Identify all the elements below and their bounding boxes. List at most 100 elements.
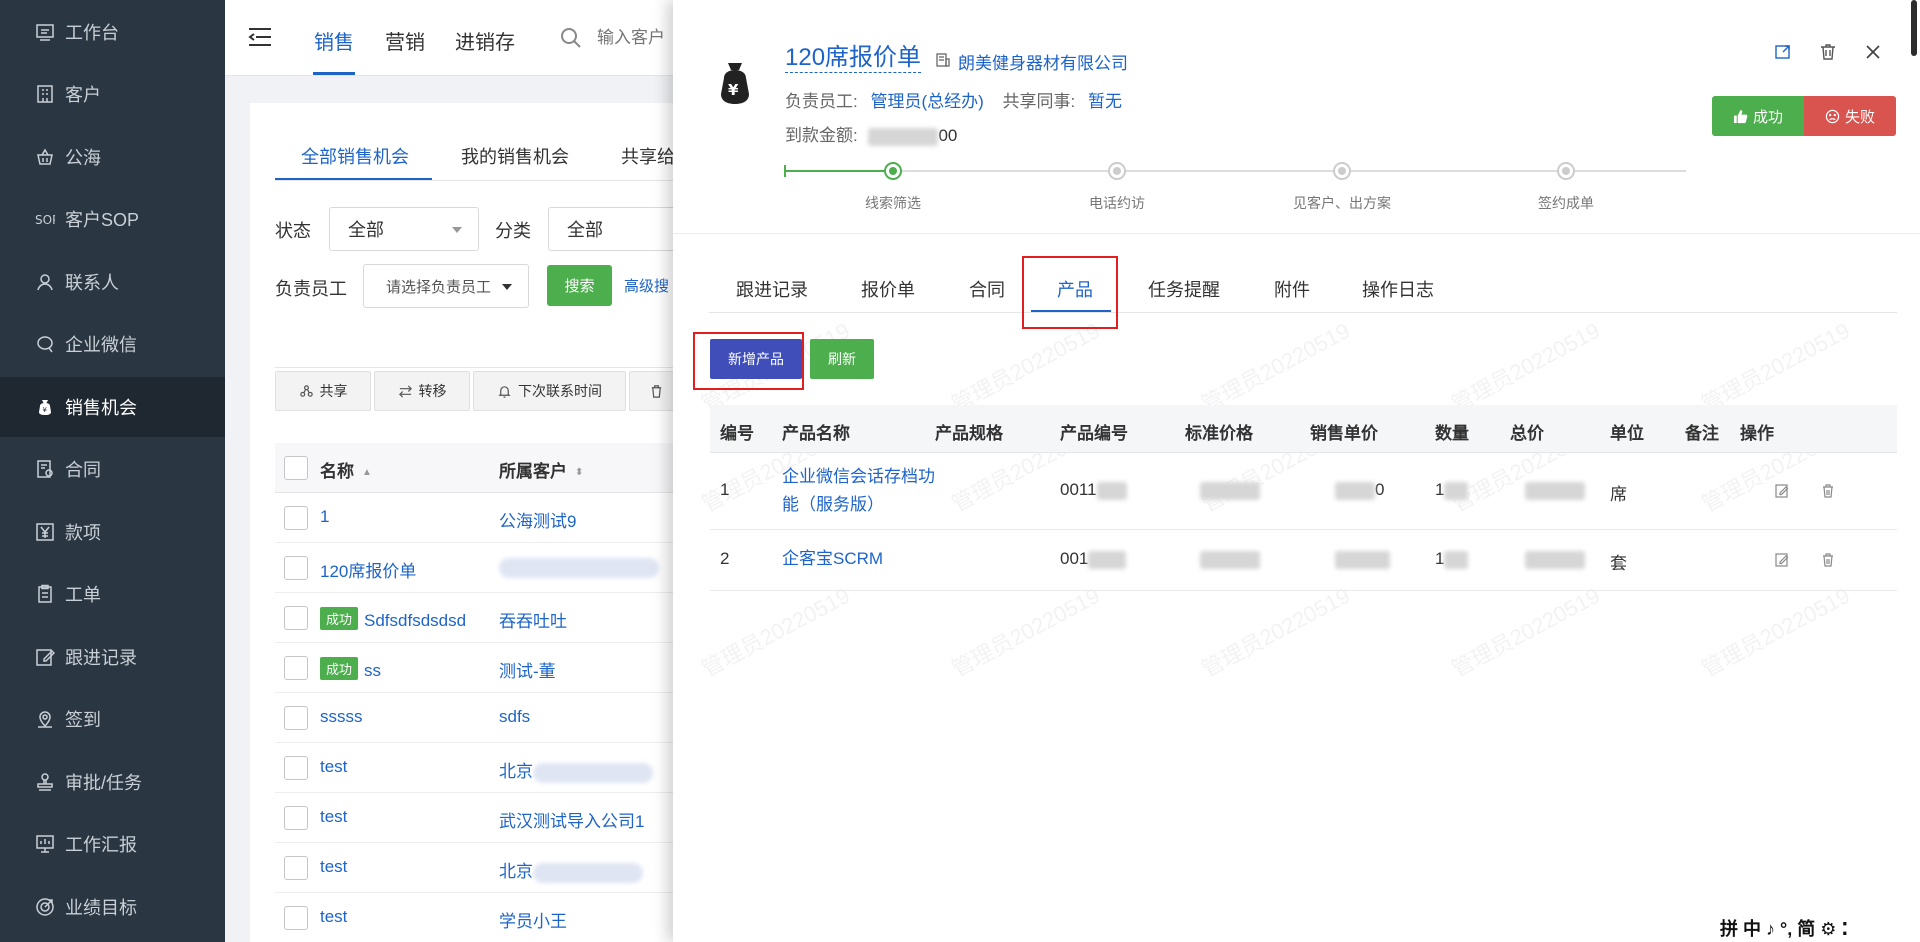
search-button[interactable]: 搜索 (547, 265, 612, 306)
opportunity-name-link[interactable]: test (320, 757, 347, 777)
row-checkbox[interactable] (284, 556, 308, 580)
row-checkbox[interactable] (284, 856, 308, 880)
tab-my-opportunities[interactable]: 我的销售机会 (461, 143, 569, 169)
add-product-button[interactable]: 新增产品 (710, 339, 802, 379)
column-header-name[interactable]: 名称 ▲ (320, 457, 372, 482)
customer-link[interactable]: sdfs (499, 707, 530, 727)
sidebar-item-approval[interactable]: 审批/任务 (0, 752, 225, 812)
opportunity-name-link[interactable]: 120席报价单 (320, 557, 416, 582)
scrollbar-thumb[interactable] (1911, 0, 1917, 56)
sidebar-item-public-pool[interactable]: 公海 (0, 127, 225, 187)
customer-link[interactable]: 学员小王 (499, 907, 567, 932)
product-name-link[interactable]: 企客宝SCRM (782, 545, 883, 573)
owner-select[interactable]: 请选择负责员工 (363, 264, 529, 308)
stage-dot-leads[interactable] (884, 162, 902, 180)
share-button[interactable]: 共享 (275, 371, 371, 411)
thumbs-up-icon (1733, 109, 1748, 123)
watermark: 管理员20220519 (1697, 582, 1854, 682)
row-checkbox[interactable] (284, 806, 308, 830)
next-contact-button[interactable]: 下次联系时间 (473, 371, 626, 411)
edit-icon[interactable] (1774, 552, 1790, 568)
trash-icon[interactable] (1818, 42, 1838, 62)
customer-company-link[interactable]: 朗美健身器材有限公司 (958, 49, 1128, 74)
sidebar-item-contract[interactable]: 合同 (0, 439, 225, 499)
watermark: 管理员20220519 (947, 582, 1104, 682)
opportunity-name-link[interactable]: 成功 ss (320, 657, 381, 681)
top-tab-sales[interactable]: 销售 (314, 26, 354, 55)
customer-link[interactable]: 测试-董 (499, 657, 556, 682)
row-checkbox[interactable] (284, 906, 308, 930)
svg-text:¥: ¥ (728, 81, 739, 99)
trash-icon[interactable] (1820, 552, 1836, 568)
sidebar-item-wecom[interactable]: 企业微信 (0, 314, 225, 374)
opportunity-name-link[interactable]: test (320, 807, 347, 827)
redacted-text (1200, 481, 1260, 500)
opportunity-name-link[interactable]: 1 (320, 507, 329, 527)
sidebar-item-contacts[interactable]: 联系人 (0, 252, 225, 312)
customer-link[interactable]: 武汉测试导入公司1 (499, 807, 644, 832)
row-checkbox[interactable] (284, 506, 308, 530)
advanced-search-link[interactable]: 高级搜 (624, 275, 669, 296)
row-checkbox[interactable] (284, 706, 308, 730)
sidebar-item-customer-sop[interactable]: SOP 客户SOP (0, 189, 225, 249)
customer-link[interactable]: 北京 (499, 857, 643, 883)
chevron-down-icon (502, 284, 512, 290)
tab-quotations[interactable]: 报价单 (861, 276, 915, 302)
sidebar-item-customer[interactable]: 客户 (0, 64, 225, 124)
mark-fail-button[interactable]: 失败 (1804, 96, 1896, 136)
ime-toolbar[interactable]: 拼 中 ♪ °, 简 ⚙ ⁚ (1720, 916, 1848, 940)
tab-task-reminders[interactable]: 任务提醒 (1148, 276, 1220, 302)
row-checkbox[interactable] (284, 606, 308, 630)
column-header-customer[interactable]: 所属客户 ⬍ (499, 457, 583, 482)
tab-all-opportunities[interactable]: 全部销售机会 (301, 143, 409, 169)
trash-icon[interactable] (1820, 483, 1836, 499)
opportunity-name-link[interactable]: sssss (320, 707, 363, 727)
sidebar-item-label: 款项 (65, 523, 101, 543)
sidebar-item-label: 合同 (65, 460, 101, 480)
product-code-text: 001 (1060, 549, 1089, 568)
row-checkbox[interactable] (284, 656, 308, 680)
tab-attachments[interactable]: 附件 (1274, 276, 1310, 302)
sidebar-item-sales-target[interactable]: 业绩目标 (0, 877, 225, 937)
share-value[interactable]: 暂无 (1088, 92, 1122, 111)
sidebar-item-follow-up[interactable]: 跟进记录 (0, 627, 225, 687)
edit-icon[interactable] (1774, 483, 1790, 499)
sidebar-item-work-report[interactable]: 工作汇报 (0, 814, 225, 874)
open-new-window-icon[interactable] (1773, 42, 1793, 62)
sidebar-item-payments[interactable]: 款项 (0, 502, 225, 562)
row-checkbox[interactable] (284, 756, 308, 780)
opportunity-name-link[interactable]: test (320, 857, 347, 877)
top-tab-inventory[interactable]: 进销存 (455, 26, 515, 55)
refresh-button[interactable]: 刷新 (810, 339, 874, 379)
stage-dot-call[interactable] (1108, 162, 1126, 180)
stage-dot-visit[interactable] (1333, 162, 1351, 180)
tab-follow-up-records[interactable]: 跟进记录 (736, 276, 808, 302)
top-tab-marketing[interactable]: 营销 (385, 26, 425, 55)
svg-text:SOP: SOP (35, 213, 55, 227)
product-name-link[interactable]: 企业微信会话存档功能（服务版） (782, 463, 947, 519)
customer-link[interactable]: 吞吞吐吐 (499, 607, 567, 632)
tab-operation-log[interactable]: 操作日志 (1362, 276, 1434, 302)
sidebar-item-workbench[interactable]: 工作台 (0, 2, 225, 62)
stage-dot-sign[interactable] (1557, 162, 1575, 180)
menu-toggle-icon[interactable] (247, 26, 273, 48)
sidebar-item-checkin[interactable]: 签到 (0, 689, 225, 749)
transfer-button[interactable]: 转移 (374, 371, 470, 411)
sidebar-item-opportunities[interactable]: ¥ 销售机会 (0, 377, 225, 437)
mark-success-button[interactable]: 成功 (1712, 96, 1804, 136)
opportunity-name-link[interactable]: 成功 Sdfsdfsdsdsd (320, 607, 466, 631)
customer-link[interactable]: 公海测试9 (499, 507, 576, 532)
tab-shared-to[interactable]: 共享给 (621, 143, 675, 169)
sidebar-item-label: 审批/任务 (65, 773, 143, 793)
opportunity-title[interactable]: 120席报价单 (785, 44, 922, 73)
customer-link[interactable] (499, 557, 659, 578)
owner-value[interactable]: 管理员(总经办) (870, 92, 983, 111)
status-select[interactable]: 全部 (329, 207, 479, 251)
opportunity-name-link[interactable]: test (320, 907, 347, 927)
customer-link[interactable]: 北京 (499, 757, 653, 783)
close-icon[interactable] (1863, 42, 1883, 62)
search-icon[interactable] (560, 27, 582, 49)
tab-contracts[interactable]: 合同 (969, 276, 1005, 302)
select-all-checkbox[interactable] (284, 456, 308, 480)
sidebar-item-work-order[interactable]: 工单 (0, 564, 225, 624)
